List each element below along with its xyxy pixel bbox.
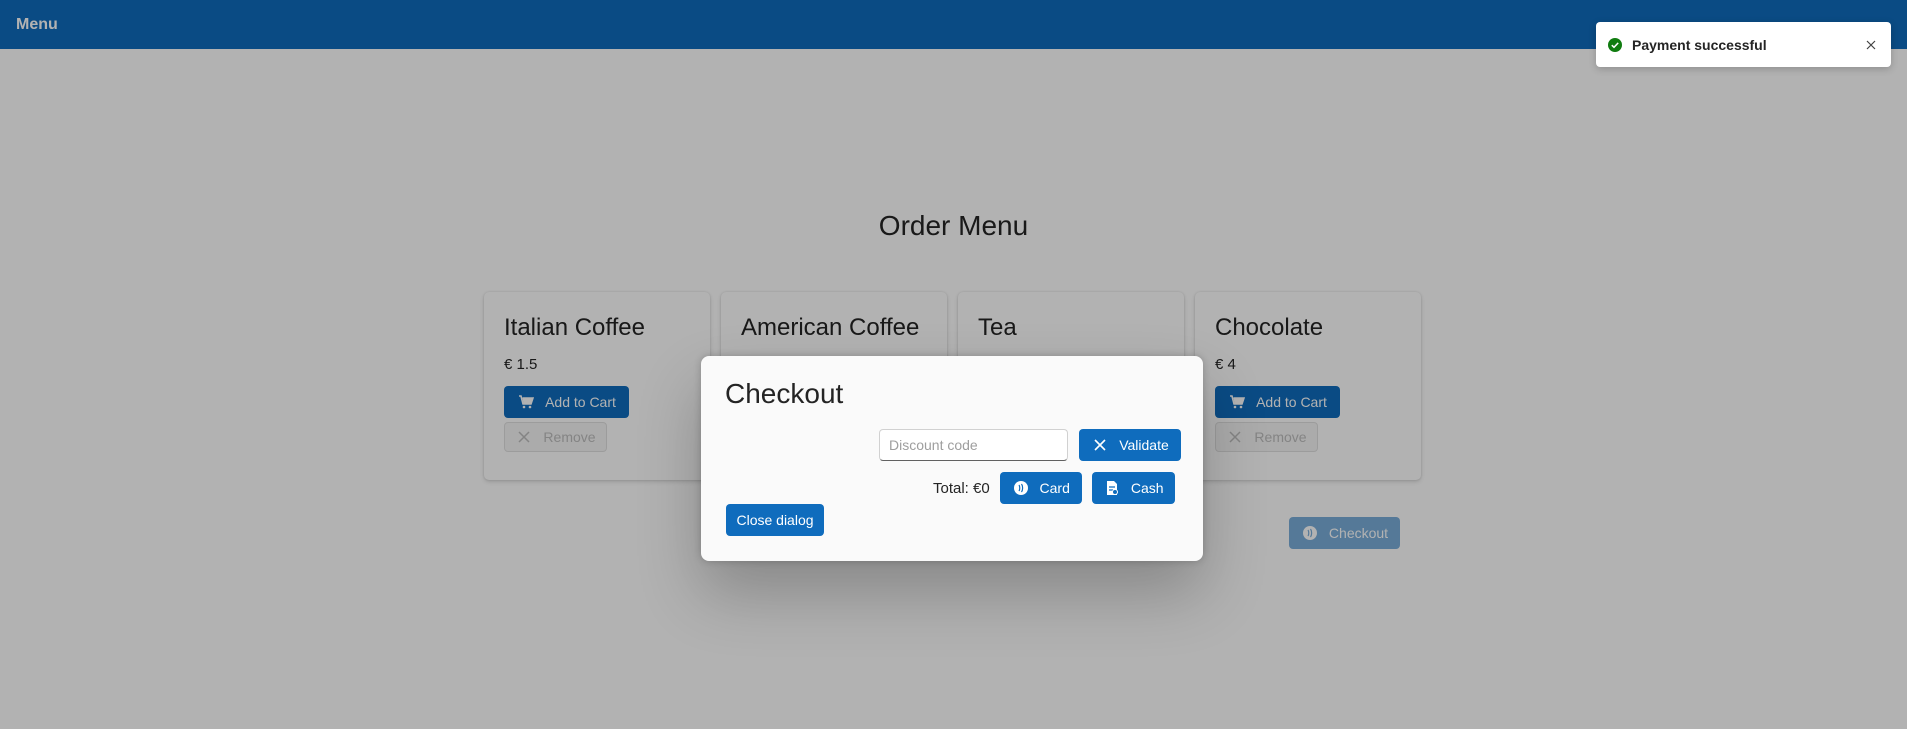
validate-label: Validate: [1119, 437, 1169, 453]
checkmark-circle-icon: [1608, 37, 1622, 52]
toast-notification: Payment successful: [1596, 22, 1891, 67]
card-label: Card: [1039, 480, 1070, 496]
toast-message: Payment successful: [1632, 36, 1767, 53]
payment-row: Total: €0 Card Cash: [933, 472, 1175, 504]
total-amount: Total: €0: [933, 479, 990, 497]
pay-by-cash-button[interactable]: Cash: [1091, 472, 1175, 504]
cash-label: Cash: [1130, 480, 1164, 496]
close-dialog-button[interactable]: Close dialog: [726, 504, 824, 536]
close-icon[interactable]: [1863, 37, 1879, 53]
contactless-icon: [1012, 479, 1030, 497]
validate-button[interactable]: Validate: [1079, 429, 1181, 461]
checkout-dialog: Checkout Validate Total: €0 Card Cash Cl…: [701, 356, 1203, 561]
discount-row: Validate: [879, 429, 1181, 461]
dialog-title: Checkout: [725, 378, 844, 409]
close-icon: [1091, 436, 1109, 454]
discount-code-input[interactable]: [879, 429, 1068, 461]
pay-by-card-button[interactable]: Card: [999, 472, 1082, 504]
receipt-icon: [1103, 479, 1121, 497]
